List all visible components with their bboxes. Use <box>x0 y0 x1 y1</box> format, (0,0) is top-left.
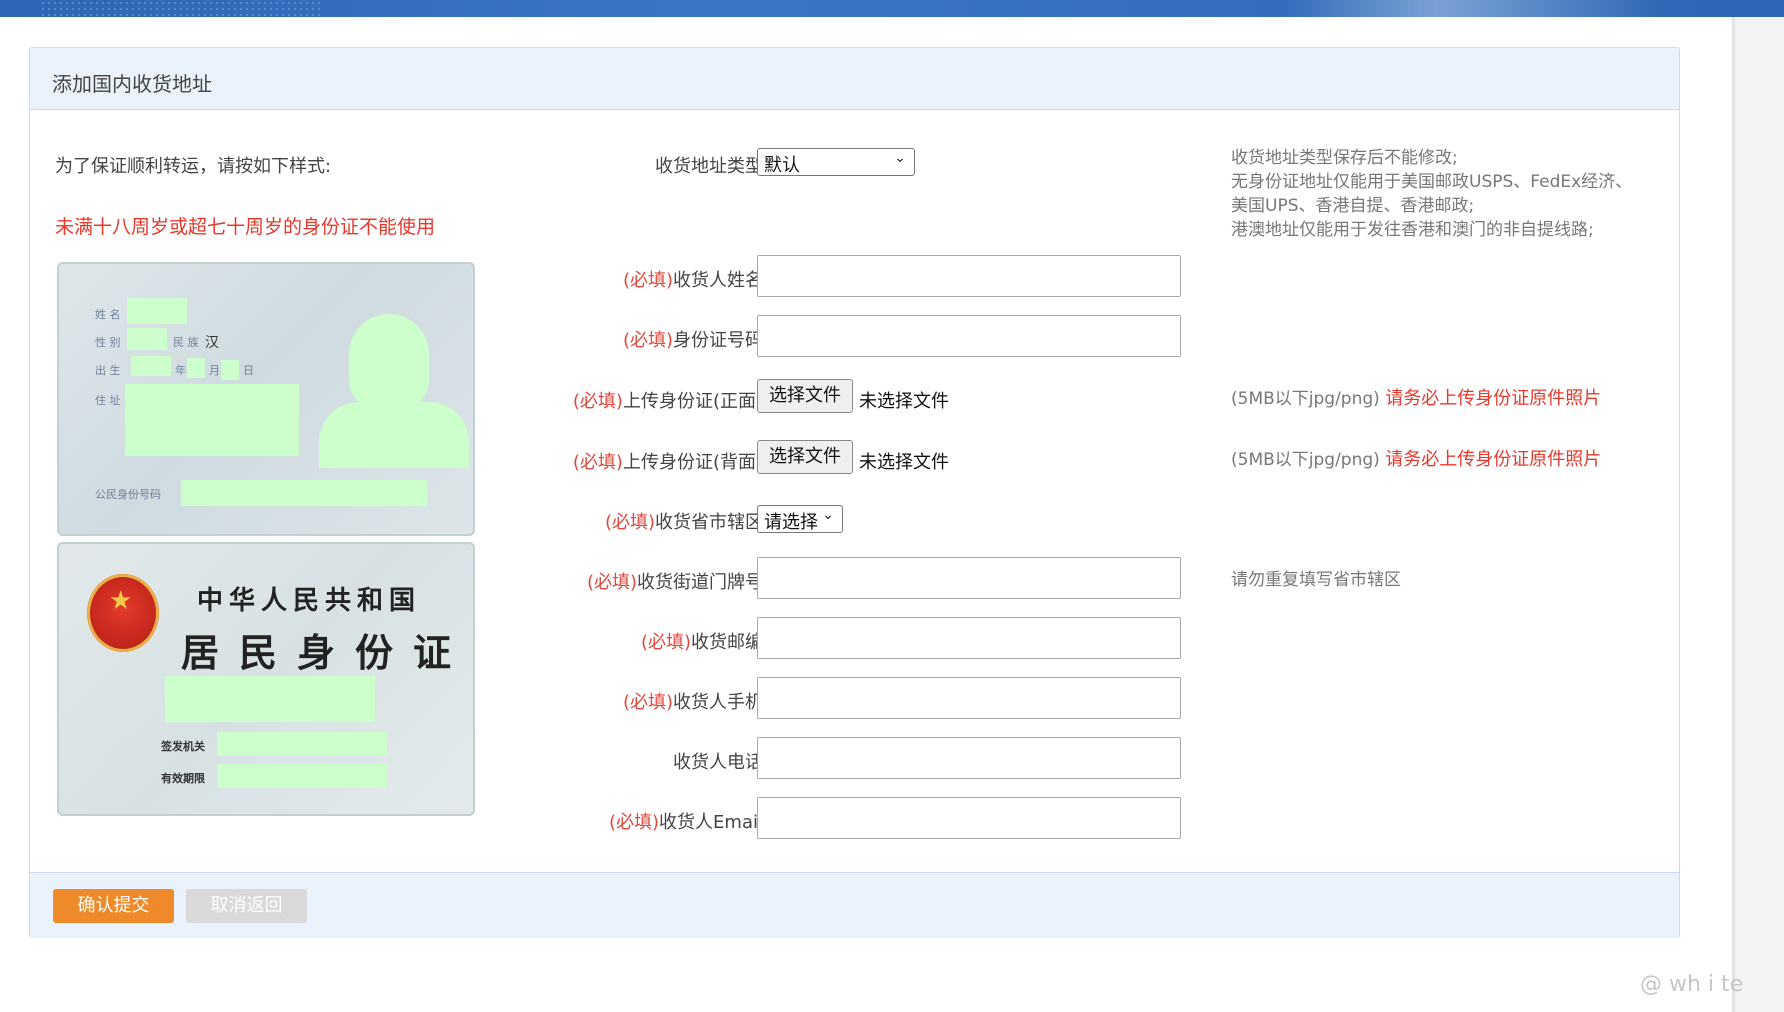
label-id-back: (必填)上传身份证(背面) <box>572 452 763 473</box>
id-back-title-country: 中华人民共和国 <box>197 586 422 616</box>
id-back-hint: (5MB以下jpg/png) 请务必上传身份证原件照片 <box>1231 449 1602 470</box>
cancel-button[interactable]: 取消返回 <box>186 889 307 923</box>
label-id-front: (必填)上传身份证(正面) <box>572 391 763 412</box>
panel-header: 添加国内收货地址 <box>30 48 1679 110</box>
id-label-issuer: 签发机关 <box>161 740 205 753</box>
id-label-address: 住 址 <box>95 394 121 407</box>
portrait-mask-body <box>319 402 469 468</box>
intro-text: 为了保证顺利转运，请按如下样式: <box>55 156 332 177</box>
mask-back-field <box>165 676 375 722</box>
label-address-type: 收货地址类型 <box>655 156 763 177</box>
id-number-input[interactable] <box>757 315 1181 357</box>
email-input[interactable] <box>757 797 1181 839</box>
id-front-file-button[interactable]: 选择文件 <box>757 379 853 413</box>
hint-line-2: 无身份证地址仅能用于美国邮政USPS、FedEx经济、 <box>1231 172 1633 192</box>
id-label-birth: 出 生 <box>95 364 121 377</box>
label-phone: 收货人电话 <box>673 752 763 773</box>
emblem-star-icon: ★ <box>109 586 133 616</box>
label-postcode: (必填)收货邮编 <box>640 632 763 653</box>
id-back-file-status: 未选择文件 <box>859 452 949 473</box>
id-label-year: 年 <box>175 364 186 377</box>
watermark: @ wh i te <box>1640 972 1744 997</box>
form-labels-column: 收货地址类型 (必填)收货人姓名 (必填)身份证号码 (必填)上传身份证(正面)… <box>510 48 763 937</box>
hint-line-3: 美国UPS、香港自提、香港邮政; <box>1231 196 1475 216</box>
mask-address <box>125 384 299 456</box>
top-banner <box>0 0 1784 17</box>
national-emblem-icon: ★ <box>87 574 159 652</box>
mask-birth-year <box>131 356 171 376</box>
id-label-ethnicity: 民 族 <box>173 336 199 349</box>
page-scrollbar[interactable] <box>1732 17 1784 1012</box>
mask-birth-day <box>221 360 239 380</box>
label-street: (必填)收货街道门牌号 <box>586 572 763 593</box>
id-back-file-button[interactable]: 选择文件 <box>757 440 853 474</box>
chevron-down-icon: ⌄ <box>894 150 906 166</box>
id-label-name: 姓 名 <box>95 308 121 321</box>
label-region: (必填)收货省市辖区 <box>604 512 763 533</box>
id-label-validity: 有效期限 <box>161 772 205 785</box>
mask-issuer <box>217 732 387 756</box>
id-label-number: 公民身份号码 <box>95 488 161 501</box>
submit-button[interactable]: 确认提交 <box>53 889 174 923</box>
age-warning: 未满十八周岁或超七十周岁的身份证不能使用 <box>55 216 436 238</box>
phone-input[interactable] <box>757 737 1181 779</box>
id-label-month: 月 <box>209 364 220 377</box>
hint-line-1: 收货地址类型保存后不能修改; <box>1231 148 1458 168</box>
scrollbar-edge <box>1732 17 1735 1012</box>
portrait-mask-head <box>349 314 429 410</box>
id-back-title-card: 居民身份证 <box>181 630 472 675</box>
label-mobile: (必填)收货人手机 <box>622 692 763 713</box>
street-hint: 请勿重复填写省市辖区 <box>1231 570 1401 590</box>
banner-dots-decoration <box>40 0 320 17</box>
id-ethnicity-value: 汉 <box>205 335 219 351</box>
recipient-name-input[interactable] <box>757 255 1181 297</box>
mask-validity <box>217 764 387 788</box>
id-card-back-sample: ★ 中华人民共和国 居民身份证 签发机关 有效期限 <box>57 542 475 816</box>
address-type-selected: 默认 <box>764 155 800 176</box>
id-label-day: 日 <box>243 364 254 377</box>
id-label-gender: 性 别 <box>95 336 121 349</box>
postcode-input[interactable] <box>757 617 1181 659</box>
id-front-file-status: 未选择文件 <box>859 391 949 412</box>
mask-name <box>127 298 187 324</box>
panel-title: 添加国内收货地址 <box>52 72 212 96</box>
add-address-panel: 添加国内收货地址 为了保证顺利转运，请按如下样式: 未满十八周岁或超七十周岁的身… <box>29 47 1680 938</box>
street-input[interactable] <box>757 557 1181 599</box>
mask-gender <box>127 328 167 350</box>
region-selected: 请选择 <box>764 512 818 533</box>
mask-id-number <box>181 480 427 506</box>
label-recipient-name: (必填)收货人姓名 <box>622 270 763 291</box>
label-id-number: (必填)身份证号码 <box>622 330 763 351</box>
region-select[interactable]: 请选择 ⌄ <box>757 505 843 533</box>
id-card-front-sample: 姓 名 性 别 民 族 汉 出 生 年 月 日 住 址 公民身份号码 <box>57 262 475 536</box>
address-type-hint: 收货地址类型保存后不能修改; 无身份证地址仅能用于美国邮政USPS、FedEx经… <box>1231 146 1632 242</box>
banner-art-decoration <box>1284 0 1664 17</box>
chevron-down-icon: ⌄ <box>822 507 834 523</box>
mask-birth-month <box>187 358 205 378</box>
panel-footer: 确认提交 取消返回 <box>30 872 1679 938</box>
hint-line-4: 港澳地址仅能用于发往香港和澳门的非自提线路; <box>1231 220 1594 240</box>
id-front-hint: (5MB以下jpg/png) 请务必上传身份证原件照片 <box>1231 388 1602 409</box>
label-email: (必填)收货人Email <box>609 812 763 833</box>
address-type-select[interactable]: 默认 ⌄ <box>757 148 915 176</box>
mobile-input[interactable] <box>757 677 1181 719</box>
